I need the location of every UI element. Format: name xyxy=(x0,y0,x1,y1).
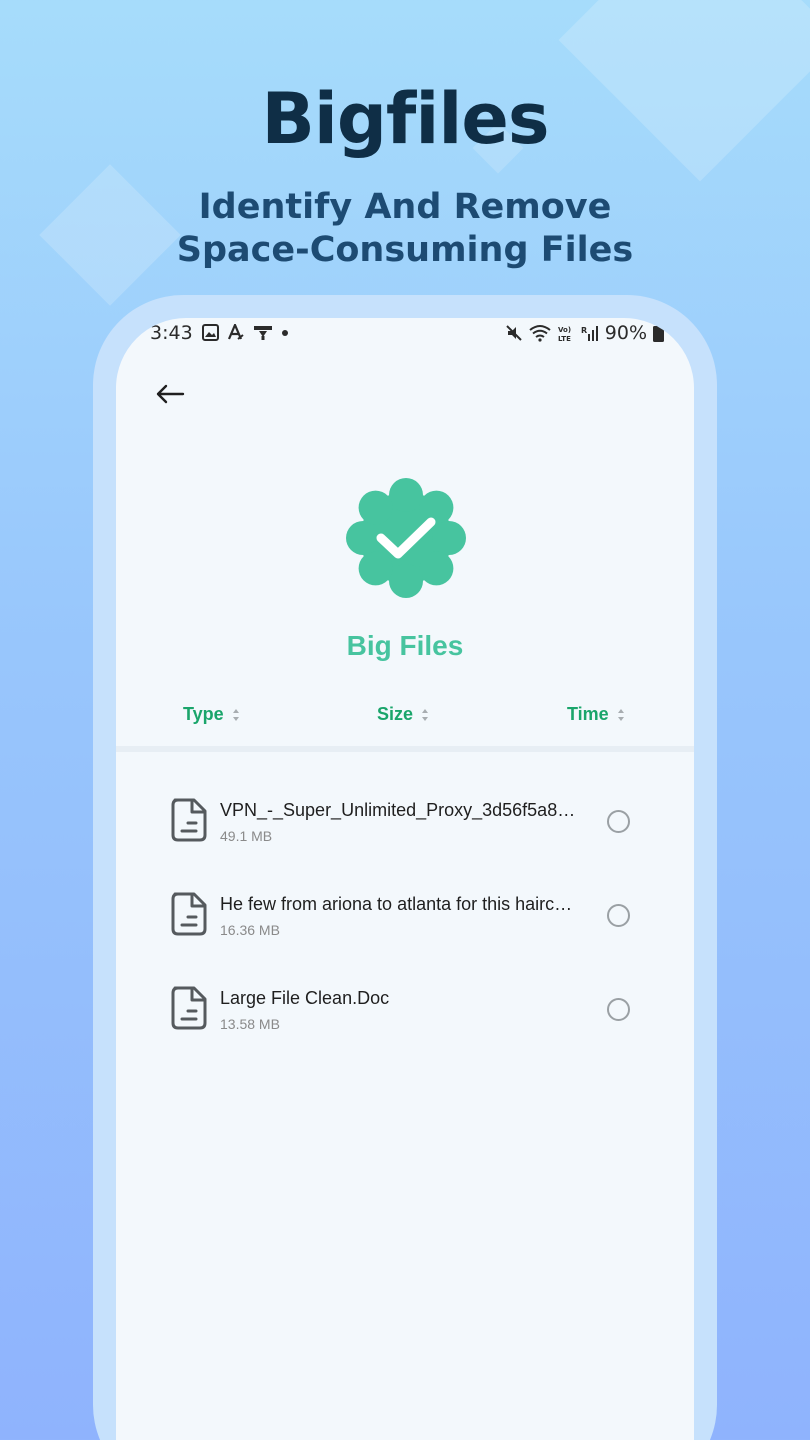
sort-time-label: Time xyxy=(567,704,609,724)
file-size: 49.1 MB xyxy=(220,828,273,844)
promo-subheadline: Identify And Remove Space-Consuming File… xyxy=(176,187,634,270)
battery-icon xyxy=(653,324,664,342)
document-file-icon xyxy=(171,986,207,1030)
font-icon xyxy=(227,324,244,340)
status-time: 3:43 xyxy=(150,322,193,344)
file-select-radio[interactable] xyxy=(607,904,630,927)
file-list-item[interactable]: Large File Clean.Doc 13.58 MB xyxy=(116,976,694,1056)
list-divider xyxy=(116,746,694,752)
sort-size-label: Size xyxy=(377,704,414,724)
signal-icon: R xyxy=(581,326,598,341)
file-select-radio[interactable] xyxy=(607,810,630,833)
dot-icon xyxy=(282,329,288,336)
svg-text:LTE: LTE xyxy=(558,335,571,342)
document-file-icon xyxy=(171,892,207,936)
mute-icon xyxy=(506,325,522,341)
file-name: VPN_-_Super_Unlimited_Proxy_3d56f5a8.x… xyxy=(220,800,580,820)
svg-text:Vo): Vo) xyxy=(558,326,571,334)
status-notification-icons xyxy=(202,324,289,341)
wifi-icon xyxy=(529,325,551,342)
sort-by-size-button[interactable]: Size xyxy=(377,704,429,725)
promo-headline: Bigfiles xyxy=(261,78,549,160)
volte-icon: Vo) LTE xyxy=(558,326,571,342)
status-system-icons: Vo) LTE R 90% xyxy=(505,322,664,344)
document-file-icon xyxy=(171,798,207,842)
svg-text:R: R xyxy=(581,326,587,335)
sort-arrows-icon xyxy=(422,708,429,721)
arrow-left-icon xyxy=(156,384,185,404)
download-icon xyxy=(254,326,272,340)
file-list-item[interactable]: He few from ariona to atlanta for this h… xyxy=(116,882,694,962)
file-size: 16.36 MB xyxy=(220,922,280,938)
file-list-item[interactable]: VPN_-_Super_Unlimited_Proxy_3d56f5a8.x… … xyxy=(116,788,694,868)
back-button[interactable] xyxy=(152,376,188,412)
sort-arrows-icon xyxy=(232,708,239,721)
file-name: Large File Clean.Doc xyxy=(220,988,390,1008)
status-bar: 3:43 Vo) LTE R 90% xyxy=(116,318,694,350)
phone-screen: 3:43 Vo) LTE R 90% Big Files Type Size T… xyxy=(116,318,694,1440)
file-select-radio[interactable] xyxy=(607,998,630,1021)
sort-bar: Type Size Time xyxy=(116,704,694,734)
sort-type-label: Type xyxy=(183,704,224,724)
image-icon xyxy=(202,324,219,341)
sort-by-time-button[interactable]: Time xyxy=(567,704,625,725)
battery-percentage: 90% xyxy=(604,322,647,344)
file-size: 13.58 MB xyxy=(220,1016,280,1032)
verified-check-badge-icon xyxy=(346,478,466,598)
sort-by-type-button[interactable]: Type xyxy=(183,704,240,725)
screen-title: Big Files xyxy=(346,630,464,661)
file-name: He few from ariona to atlanta for this h… xyxy=(220,894,573,914)
sort-arrows-icon xyxy=(617,708,624,721)
